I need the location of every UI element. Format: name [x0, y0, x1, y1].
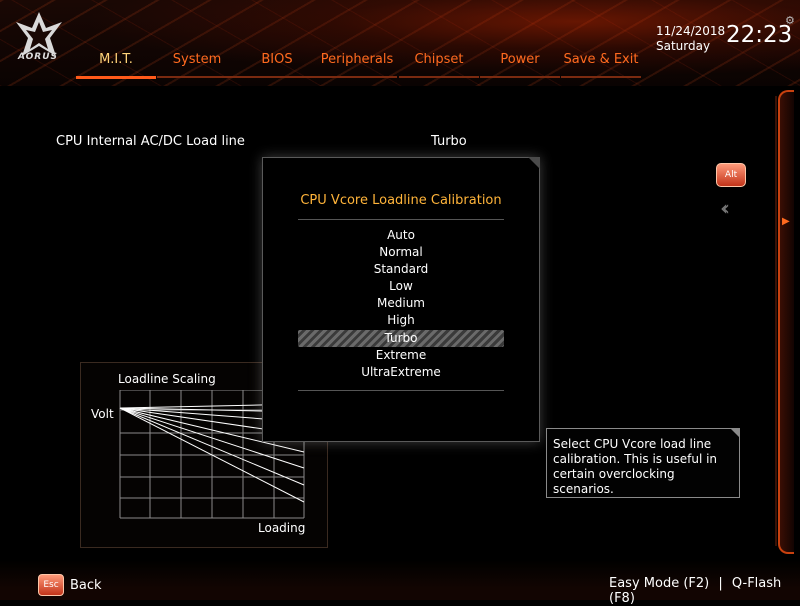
- side-panel-handle[interactable]: [778, 90, 794, 554]
- option-low[interactable]: Low: [298, 278, 504, 295]
- graph-y-label: Volt: [91, 407, 114, 421]
- back-label[interactable]: Back: [70, 578, 102, 593]
- option-standard[interactable]: Standard: [298, 261, 504, 278]
- easy-mode-link[interactable]: Easy Mode (F2): [609, 576, 709, 591]
- option-auto[interactable]: Auto: [298, 227, 504, 244]
- tab-bios[interactable]: BIOS: [237, 48, 317, 78]
- option-turbo[interactable]: Turbo: [298, 330, 504, 347]
- clock-time: 22:23: [726, 22, 793, 48]
- help-text: Select CPU Vcore load line calibration. …: [553, 437, 718, 496]
- side-divider: [775, 96, 777, 546]
- popup-title: CPU Vcore Loadline Calibration: [300, 193, 502, 208]
- tab-system[interactable]: System: [157, 48, 237, 78]
- gear-icon[interactable]: ⚙: [785, 14, 795, 27]
- footer-shortcuts: Easy Mode (F2) | Q-Flash (F8): [609, 576, 800, 606]
- graph-title: Loadline Scaling: [118, 372, 216, 386]
- footer-separator: |: [718, 576, 723, 591]
- date-display: 11/24/2018 Saturday: [656, 24, 725, 54]
- setting-value-cpu-acdc-loadline[interactable]: Turbo: [431, 134, 467, 149]
- tab-peripherals[interactable]: Peripherals: [317, 48, 397, 78]
- tab-mit[interactable]: M.I.T.: [76, 48, 156, 79]
- esc-button[interactable]: Esc: [38, 574, 64, 596]
- tab-save-exit[interactable]: Save & Exit: [561, 48, 641, 78]
- brand-logo-text: AORUS: [17, 52, 59, 62]
- day-text: Saturday: [656, 39, 711, 53]
- double-chevron-left-icon[interactable]: ‹‹: [720, 196, 730, 220]
- option-extreme[interactable]: Extreme: [298, 347, 504, 364]
- popup-corner-fold: [528, 157, 540, 169]
- tab-chipset[interactable]: Chipset: [399, 48, 479, 78]
- option-normal[interactable]: Normal: [298, 244, 504, 261]
- setting-label-cpu-acdc-loadline[interactable]: CPU Internal AC/DC Load line: [56, 134, 245, 149]
- help-description-box: Select CPU Vcore load line calibration. …: [546, 428, 740, 498]
- loadline-calibration-popup: CPU Vcore Loadline Calibration Auto Norm…: [262, 157, 540, 442]
- option-high[interactable]: High: [298, 312, 504, 329]
- option-medium[interactable]: Medium: [298, 295, 504, 312]
- graph-x-label: Loading: [258, 521, 306, 535]
- alt-button[interactable]: Alt: [716, 163, 746, 187]
- expand-arrow-icon[interactable]: ▶: [782, 216, 790, 227]
- option-ultraextreme[interactable]: UltraExtreme: [298, 364, 504, 381]
- tab-power[interactable]: Power: [480, 48, 560, 78]
- help-corner-fold: [730, 428, 740, 438]
- popup-divider-top: [298, 219, 504, 220]
- date-text: 11/24/2018: [656, 24, 726, 38]
- popup-divider-bottom: [298, 390, 504, 391]
